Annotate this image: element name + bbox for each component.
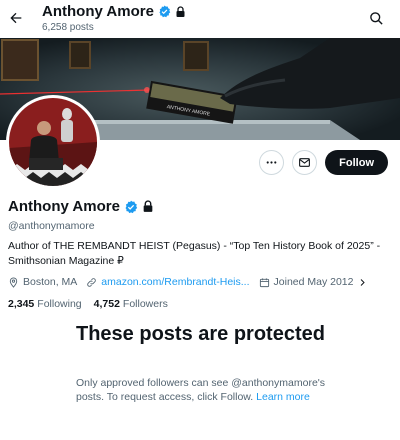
location-text: Boston, MA bbox=[23, 276, 78, 288]
follow-counts: 2,345 Following 4,752 Followers bbox=[8, 298, 168, 310]
verified-badge-icon[interactable] bbox=[124, 200, 138, 214]
website-link[interactable]: amazon.com/Rembrandt-Heis... bbox=[101, 276, 249, 288]
follow-button[interactable]: Follow bbox=[325, 150, 388, 175]
joined-item: Joined May 2012 bbox=[259, 276, 367, 288]
lock-icon bbox=[143, 200, 153, 212]
back-button[interactable] bbox=[4, 6, 28, 30]
learn-more-link[interactable]: Learn more bbox=[256, 391, 310, 403]
search-button[interactable] bbox=[366, 8, 386, 28]
following-count: 2,345 bbox=[8, 298, 35, 310]
display-name: Anthony Amore bbox=[8, 198, 120, 215]
profile-bio: Author of THE REMBANDT HEIST (Pegasus) -… bbox=[8, 240, 381, 267]
followers-count: 4,752 bbox=[93, 298, 120, 310]
back-arrow-icon bbox=[10, 12, 22, 24]
profile-avatar[interactable] bbox=[6, 95, 100, 189]
header-name: Anthony Amore bbox=[42, 3, 154, 20]
followers-label: Followers bbox=[122, 298, 168, 310]
joined-text: Joined May 2012 bbox=[273, 276, 354, 288]
lock-icon bbox=[176, 5, 185, 17]
link-icon bbox=[87, 277, 97, 287]
verified-badge-icon bbox=[159, 5, 171, 18]
profile-actions: Follow bbox=[259, 150, 388, 175]
chevron-right-icon[interactable] bbox=[358, 278, 367, 287]
location-item: Boston, MA bbox=[8, 276, 77, 288]
search-icon bbox=[369, 11, 383, 25]
profile-meta: Boston, MA amazon.com/Rembrandt-Heis... … bbox=[8, 276, 376, 288]
calendar-icon bbox=[259, 277, 269, 287]
following-label: Following bbox=[37, 298, 82, 310]
location-pin-icon bbox=[9, 276, 18, 288]
more-dots-icon bbox=[266, 161, 277, 164]
header-name-row: Anthony Amore bbox=[42, 3, 186, 20]
avatar-image bbox=[9, 98, 97, 186]
top-bar: Anthony Amore 6,258 posts bbox=[0, 0, 400, 38]
protected-title: These posts are protected bbox=[76, 323, 325, 345]
message-button[interactable] bbox=[292, 150, 318, 175]
envelope-icon bbox=[299, 158, 311, 167]
website-item: amazon.com/Rembrandt-Heis... bbox=[86, 276, 250, 288]
profile-handle: @anthonymamore bbox=[8, 220, 95, 232]
profile-name-row: Anthony Amore bbox=[8, 198, 154, 215]
protected-description: Only approved followers can see @anthony… bbox=[76, 376, 336, 404]
more-options-button[interactable] bbox=[259, 150, 285, 175]
following-link[interactable]: 2,345 Following bbox=[8, 298, 82, 310]
header-posts-count: 6,258 posts bbox=[42, 22, 94, 33]
followers-link[interactable]: 4,752 Followers bbox=[94, 298, 168, 310]
